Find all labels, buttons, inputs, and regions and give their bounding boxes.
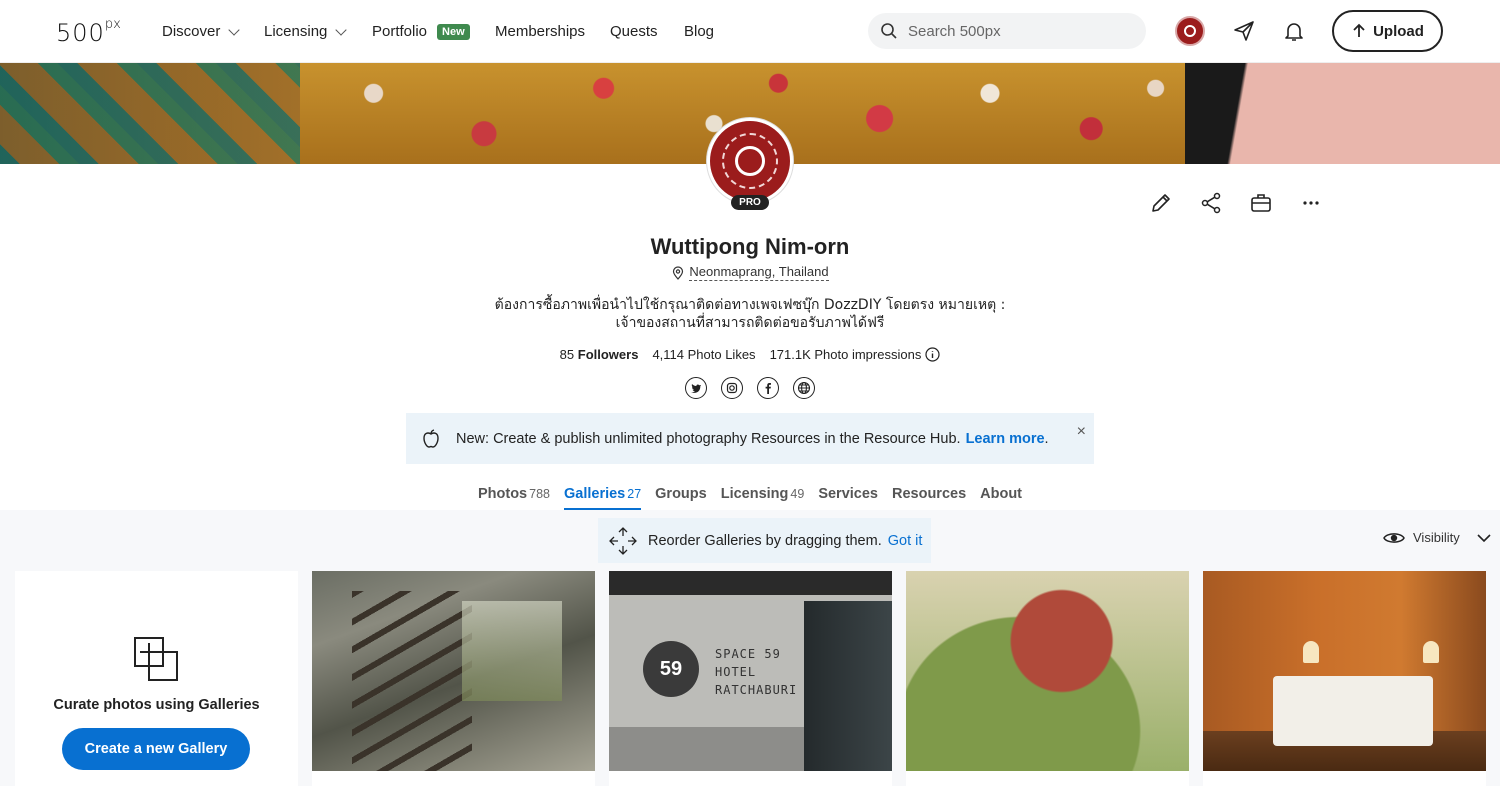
- gallery-card-footer: [609, 771, 892, 786]
- pro-badge: PRO: [731, 195, 769, 210]
- got-it-link[interactable]: Got it: [888, 533, 923, 549]
- tab-resources[interactable]: Resources: [892, 486, 966, 510]
- tab-galleries[interactable]: Galleries 27: [563, 486, 642, 510]
- chevron-down-icon: [1477, 533, 1491, 542]
- notifications-bell-icon[interactable]: [1281, 18, 1307, 44]
- tab-photos[interactable]: Photos 788: [478, 486, 550, 510]
- gallery-thumbnail[interactable]: [312, 571, 595, 771]
- resource-hub-notice: New: Create & publish unlimited photogra…: [406, 413, 1094, 464]
- edit-pencil-icon[interactable]: [1148, 190, 1174, 216]
- location-pin-icon: [673, 265, 684, 280]
- chevron-down-icon: [335, 23, 348, 36]
- share-icon[interactable]: [1198, 190, 1224, 216]
- drag-arrows-icon: [609, 526, 637, 555]
- gallery-thumbnail[interactable]: 59 SPACE 59 HOTEL RATCHABURI: [609, 571, 892, 771]
- profile-name: Wuttipong Nim-orn: [650, 234, 850, 259]
- profile-bio: ต้องการซื้อภาพเพื่อนำไปใช้กรุณาติดต่อทาง…: [494, 297, 1006, 331]
- user-avatar[interactable]: [1175, 16, 1205, 46]
- profile-location[interactable]: Neonmaprang, Thailand: [0, 264, 1500, 281]
- website-globe-icon[interactable]: [793, 377, 815, 399]
- create-gallery-button[interactable]: Create a new Gallery: [62, 728, 250, 770]
- gallery-card-footer: [1203, 771, 1486, 786]
- search-bar[interactable]: [868, 13, 1146, 49]
- tab-about[interactable]: About: [980, 486, 1022, 510]
- nav-blog[interactable]: Blog: [684, 23, 714, 40]
- photo-likes-stat: 4,114 Photo Likes: [652, 347, 756, 362]
- gallery-card-footer: [312, 771, 595, 786]
- reorder-tip: Reorder Galleries by dragging them. Got …: [598, 518, 931, 563]
- followers-stat[interactable]: 85 Followers: [560, 347, 639, 362]
- facebook-icon[interactable]: [757, 377, 779, 399]
- new-badge: New: [437, 23, 470, 40]
- info-icon[interactable]: [925, 347, 940, 362]
- more-options-icon[interactable]: [1298, 190, 1324, 216]
- gallery-thumbnail[interactable]: [906, 571, 1189, 771]
- nav-memberships[interactable]: Memberships: [495, 23, 585, 40]
- hotel-sign-text: SPACE 59 HOTEL RATCHABURI: [715, 647, 798, 697]
- arrow-up-icon: [1353, 23, 1365, 37]
- logo-500px[interactable]: 500px: [56, 17, 121, 47]
- learn-more-link[interactable]: Learn more: [966, 431, 1045, 447]
- social-links: [0, 377, 1500, 399]
- upload-button[interactable]: Upload: [1332, 10, 1443, 52]
- chevron-down-icon: [228, 23, 241, 36]
- gallery-card-footer: [906, 771, 1189, 786]
- messages-icon[interactable]: [1231, 18, 1257, 44]
- eye-icon: [1383, 532, 1405, 543]
- hotel-sign-number: 59: [643, 641, 699, 697]
- gallery-thumbnail[interactable]: [1203, 571, 1486, 771]
- top-navigation: 500px Discover Licensing Portfolio New Me…: [0, 0, 1500, 63]
- profile-avatar: [707, 118, 793, 204]
- briefcase-icon[interactable]: [1248, 190, 1274, 216]
- instagram-icon[interactable]: [721, 377, 743, 399]
- tab-licensing[interactable]: Licensing 49: [721, 486, 805, 510]
- search-input[interactable]: [908, 22, 1128, 40]
- gallery-add-icon: [134, 637, 178, 681]
- tab-services[interactable]: Services: [818, 486, 878, 510]
- profile-tabs: Photos 788 Galleries 27 Groups Licensing 49…: [0, 486, 1500, 510]
- profile-stats: 85 Followers 4,114 Photo Likes 171.1K Ph…: [0, 347, 1500, 362]
- twitter-icon[interactable]: [685, 377, 707, 399]
- nav-quests[interactable]: Quests: [610, 23, 658, 40]
- apple-icon: [423, 428, 439, 448]
- visibility-dropdown[interactable]: Visibility: [1383, 530, 1492, 545]
- nav-licensing[interactable]: Licensing: [264, 23, 348, 40]
- nav-discover[interactable]: Discover: [162, 23, 241, 40]
- nav-portfolio[interactable]: Portfolio New: [372, 23, 470, 40]
- search-icon: [881, 23, 897, 39]
- close-icon[interactable]: ×: [1077, 423, 1086, 441]
- tab-groups[interactable]: Groups: [655, 486, 707, 510]
- impressions-stat: 171.1K Photo impressions: [770, 347, 941, 362]
- new-gallery-card: Curate photos using Galleries Create a n…: [15, 571, 298, 786]
